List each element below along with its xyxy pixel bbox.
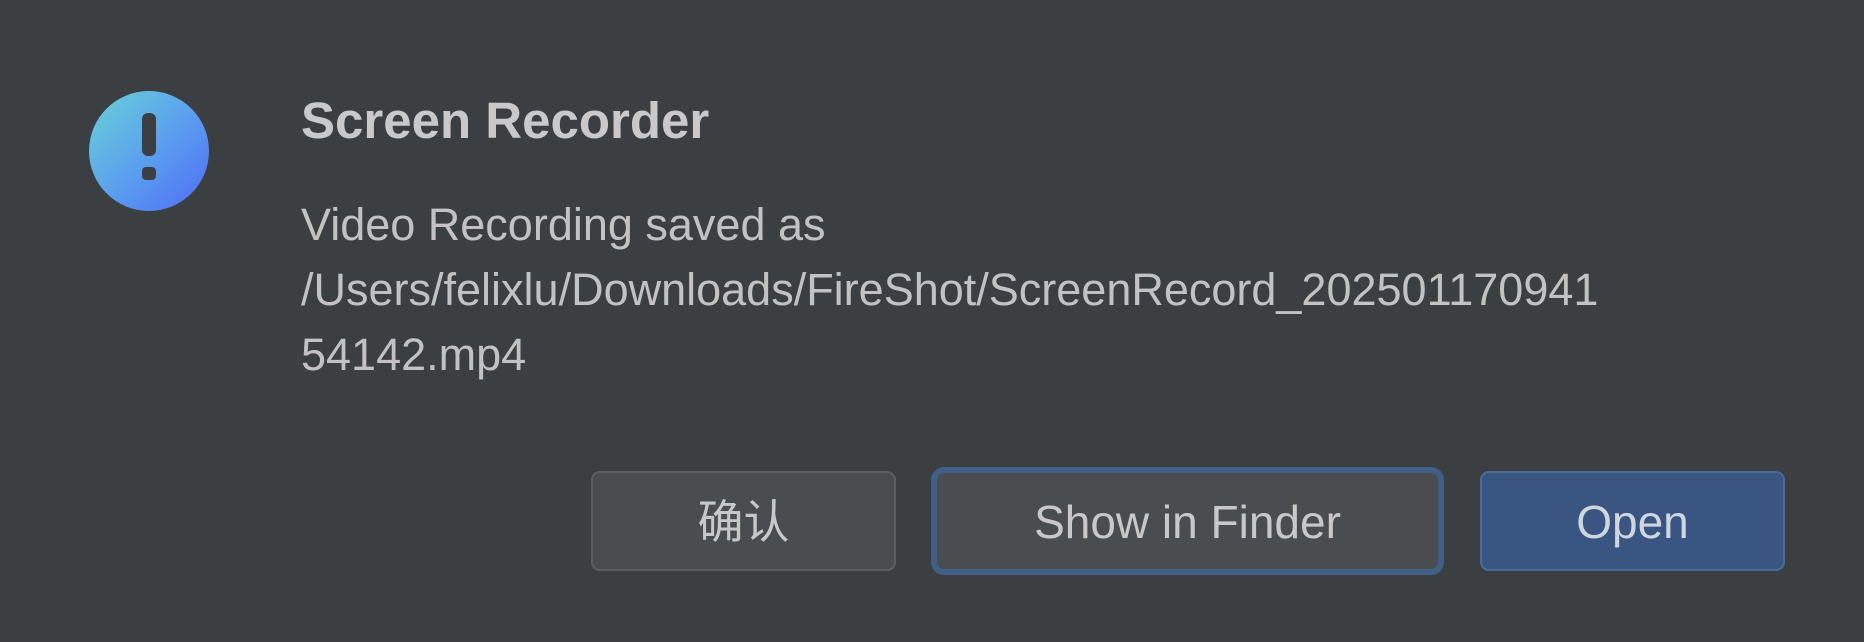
- message-path-line: /Users/felixlu/Downloads/FireShot/Screen…: [301, 264, 1599, 315]
- open-button[interactable]: Open: [1480, 471, 1785, 571]
- message-line: Video Recording saved as: [301, 199, 826, 250]
- dialog-title: Screen Recorder: [301, 92, 710, 149]
- exclamation-icon: [89, 91, 209, 211]
- show-in-finder-button[interactable]: Show in Finder: [935, 471, 1440, 571]
- dialog-message: Video Recording saved as /Users/felixlu/…: [301, 192, 1821, 387]
- screen-recorder-dialog: Screen Recorder Video Recording saved as…: [0, 0, 1864, 642]
- message-path-line: 54142.mp4: [301, 329, 527, 380]
- confirm-button[interactable]: 确认: [591, 471, 896, 571]
